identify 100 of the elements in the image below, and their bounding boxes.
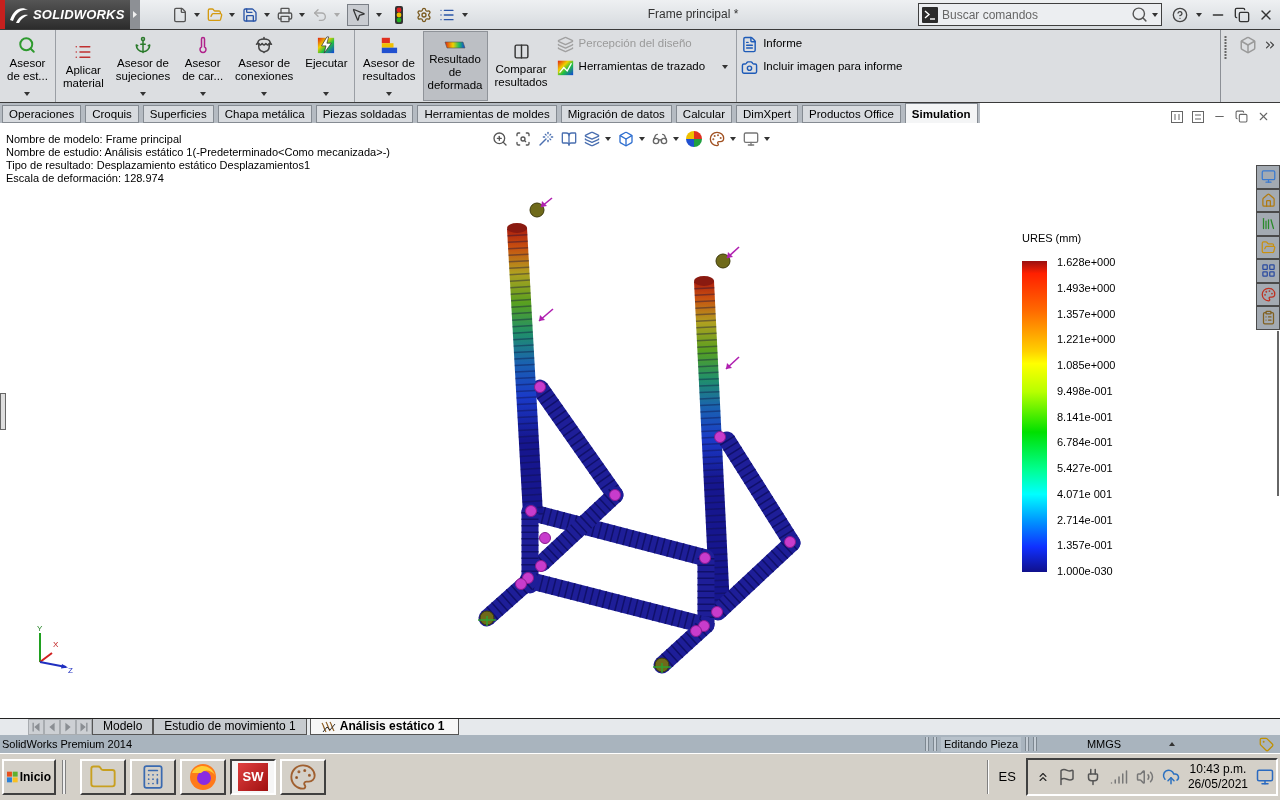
flyout-button[interactable] xyxy=(130,0,140,29)
tab[interactable]: Croquis xyxy=(85,105,139,123)
search-field[interactable]: Buscar comandos xyxy=(918,3,1162,26)
task-pane-tab[interactable] xyxy=(1256,188,1280,212)
desktop-icon[interactable] xyxy=(1256,768,1274,786)
palette-icon[interactable] xyxy=(709,131,725,147)
four-squares-icon xyxy=(7,770,18,784)
tab[interactable]: DimXpert xyxy=(736,105,798,123)
ribbon-button[interactable]: Asesor de conexiones xyxy=(230,31,299,101)
tile-vertical-icon[interactable] xyxy=(1171,111,1183,123)
signal-bars-icon[interactable] xyxy=(1109,768,1128,786)
window-title: Frame principal * xyxy=(646,6,740,23)
legend-value: 1.628e+000 xyxy=(1057,256,1116,268)
status-mode: Editando Pieza xyxy=(941,736,1021,752)
ribbon-button[interactable]: Ejecutar xyxy=(300,31,353,101)
help-icon[interactable] xyxy=(1172,6,1188,23)
taskbar-app-button[interactable]: SW xyxy=(230,759,276,795)
tab[interactable]: Chapa metálica xyxy=(217,105,312,123)
axis-label: X xyxy=(53,640,59,649)
pointer-icon xyxy=(350,7,366,22)
tab[interactable]: Migración de datos xyxy=(560,105,672,123)
ribbon-button[interactable]: Aplicar material xyxy=(57,31,109,101)
save-icon[interactable] xyxy=(242,6,258,23)
task-pane-tab[interactable] xyxy=(1256,306,1280,330)
two-panels-icon xyxy=(512,43,530,60)
palette-icon xyxy=(289,763,317,791)
ribbon-button[interactable]: Resultado de deformada xyxy=(422,31,488,101)
speaker-icon[interactable] xyxy=(1135,768,1154,786)
legend-value: 1.000e-030 xyxy=(1057,565,1114,577)
quadrant-circle-icon[interactable] xyxy=(686,131,702,147)
legend-value: 1.357e-001 xyxy=(1057,539,1114,552)
open-book-icon[interactable] xyxy=(561,131,577,147)
search-icon[interactable] xyxy=(1131,6,1148,23)
books-icon xyxy=(1260,216,1276,232)
round-logo-icon xyxy=(189,763,217,791)
zoom-area-icon[interactable] xyxy=(515,131,531,147)
tab[interactable]: Piezas soldadas xyxy=(315,105,414,123)
document-tab[interactable]: Modelo xyxy=(92,719,154,735)
flag-icon[interactable] xyxy=(1057,768,1076,786)
legend-value: 9.498e-001 xyxy=(1057,384,1114,397)
taskbar-app-button[interactable] xyxy=(280,759,326,795)
task-pane-tab[interactable] xyxy=(1256,212,1280,236)
task-pane-tab[interactable] xyxy=(1256,259,1280,283)
printer-icon[interactable] xyxy=(277,6,293,23)
monitor-icon[interactable] xyxy=(743,131,759,147)
caret-down-icon xyxy=(299,12,305,17)
ribbon-small-button[interactable]: Informe xyxy=(741,34,905,54)
caret-down-icon xyxy=(605,137,611,141)
select-button[interactable] xyxy=(347,3,369,26)
monitor-icon xyxy=(1260,169,1276,185)
ribbon-small-button[interactable]: Herramientas de trazado xyxy=(556,57,731,77)
ribbon-button[interactable]: Asesor de est... xyxy=(2,31,53,101)
clock-date: 26/05/2021 xyxy=(1187,777,1248,792)
cloud-upload-icon[interactable] xyxy=(1161,768,1180,786)
grip-icon[interactable] xyxy=(1224,36,1227,60)
tab[interactable]: Operaciones xyxy=(2,105,82,123)
ribbon-button[interactable]: Comparar resultados xyxy=(489,31,553,101)
taskbar-app-button[interactable] xyxy=(80,759,126,795)
tab[interactable]: Calcular xyxy=(675,105,733,123)
tile-horizontal-icon[interactable] xyxy=(1192,111,1204,123)
tab[interactable]: Productos Office xyxy=(802,105,901,123)
ribbon-button[interactable]: Asesor de resultados xyxy=(357,31,421,101)
layers-icon xyxy=(556,35,574,53)
units-selector[interactable]: MMGS xyxy=(1039,735,1169,753)
start-button[interactable]: Inicio xyxy=(2,759,56,795)
restore-icon[interactable] xyxy=(1234,6,1250,23)
taskbar-app-button[interactable] xyxy=(130,759,176,795)
stacked-blocks-icon xyxy=(380,36,398,54)
layers-icon[interactable] xyxy=(584,131,600,147)
glasses-icon[interactable] xyxy=(652,131,668,147)
cube-icon[interactable] xyxy=(618,131,634,147)
traffic-light-icon[interactable] xyxy=(395,5,403,24)
tab[interactable]: Herramientas de moldes xyxy=(417,105,557,123)
wand-icon[interactable] xyxy=(538,131,554,147)
gear-icon[interactable] xyxy=(416,6,432,23)
search-input[interactable]: Buscar comandos xyxy=(942,5,1127,24)
document-tab[interactable]: Estudio de movimiento 1 xyxy=(153,719,307,735)
legend-value: 1.221e+000 xyxy=(1057,333,1116,346)
tab[interactable]: Simulation xyxy=(904,103,978,123)
document-tab[interactable]: Análisis estático 1 xyxy=(309,719,460,735)
task-pane-tab[interactable] xyxy=(1256,235,1280,259)
tab[interactable]: Superficies xyxy=(142,105,214,123)
new-file-icon[interactable] xyxy=(172,6,188,23)
chevrons-right-icon[interactable] xyxy=(1263,38,1277,52)
task-pane-tab[interactable] xyxy=(1256,165,1280,189)
caret-down-icon xyxy=(334,12,340,17)
language-indicator[interactable]: ES xyxy=(988,767,1026,787)
restore-icon[interactable] xyxy=(1235,110,1248,123)
arrow-right-icon xyxy=(133,11,137,18)
ribbon-button[interactable]: Asesor de sujeciones xyxy=(110,31,176,101)
anchor-icon xyxy=(134,36,152,54)
taskbar-app-button[interactable] xyxy=(180,759,226,795)
axis-triad-icon xyxy=(39,632,68,669)
zoom-in-icon[interactable] xyxy=(492,131,508,147)
close-icon[interactable] xyxy=(1257,110,1270,123)
ribbon-small-button[interactable]: Incluir imagen para informe xyxy=(741,57,905,77)
ribbon-button[interactable]: Asesor de car... xyxy=(177,31,229,101)
task-pane-tab[interactable] xyxy=(1256,282,1280,306)
tag-icon xyxy=(1259,736,1274,752)
panel-grip[interactable] xyxy=(0,393,6,430)
